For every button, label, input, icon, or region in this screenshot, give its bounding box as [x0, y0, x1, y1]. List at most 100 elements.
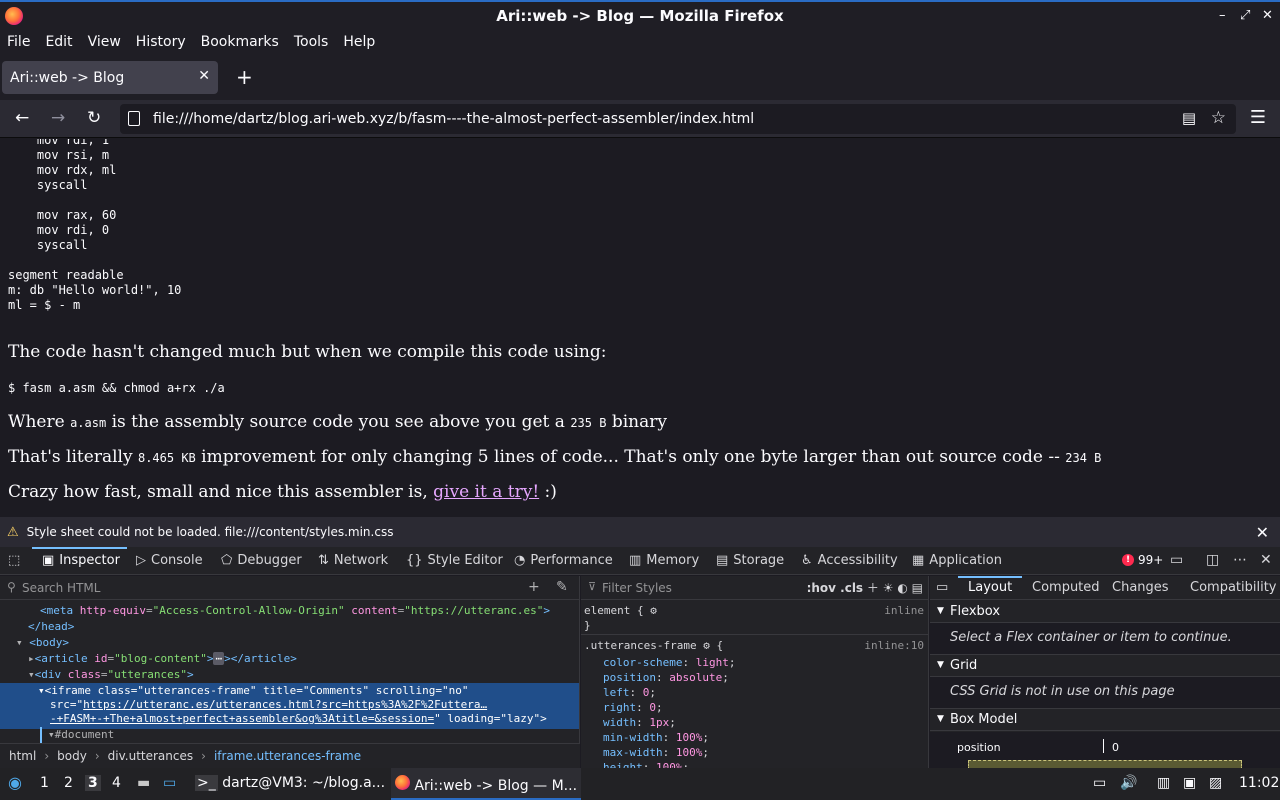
update-icon[interactable]: ▨ [1209, 775, 1222, 791]
menu-history[interactable]: History [136, 34, 186, 50]
menu-help[interactable]: Help [343, 34, 375, 50]
clipboard-icon[interactable]: ▥ [1157, 775, 1170, 791]
tab-storage[interactable]: ▤ Storage [716, 553, 784, 568]
grid-section-header[interactable]: ▼ Grid [930, 655, 1280, 677]
css-declaration[interactable]: left: 0; [603, 685, 656, 700]
tab-changes[interactable]: Changes [1112, 580, 1169, 595]
desktop-icon[interactable]: ▭ [163, 775, 176, 791]
element-picker-icon[interactable]: ⬚ [8, 553, 25, 568]
give-it-a-try-link[interactable]: give it a try! [433, 482, 539, 502]
network-tray-icon[interactable]: ▭ [1093, 775, 1106, 791]
menu-tools[interactable]: Tools [294, 34, 329, 50]
rule-source[interactable]: inline:10 [864, 639, 924, 652]
tab-layout[interactable]: Layout [968, 580, 1012, 595]
search-html-input[interactable]: ⚲ Search HTML + ✎ [0, 576, 579, 600]
workspace-2[interactable]: 2 [64, 775, 73, 791]
flexbox-section-header[interactable]: ▼ Flexbox [930, 601, 1280, 623]
menu-bookmarks[interactable]: Bookmarks [201, 34, 279, 50]
box-model-position-value[interactable]: 0 [1112, 741, 1119, 754]
css-declaration[interactable]: color-scheme: light; [603, 655, 735, 670]
css-declaration[interactable]: right: 0; [603, 700, 663, 715]
error-count-badge[interactable]: ! 99+ [1122, 553, 1163, 567]
task-firefox[interactable]: Ari::web -> Blog — M... [391, 768, 581, 800]
tab-performance[interactable]: ◔ Performance [514, 553, 613, 568]
breadcrumb-body[interactable]: body [57, 749, 87, 763]
eyedropper-icon[interactable]: ✎ [556, 579, 568, 595]
menu-file[interactable]: File [7, 34, 30, 50]
forward-icon[interactable]: → [51, 108, 65, 128]
hov-cls-toggle[interactable]: :hov .cls [807, 581, 864, 595]
tab-application[interactable]: ▦ Application [912, 553, 1002, 568]
maximize-icon[interactable]: ⤢ [1240, 8, 1250, 23]
close-tab-icon[interactable]: ✕ [198, 68, 210, 84]
back-icon[interactable]: ← [15, 108, 29, 128]
tab-memory[interactable]: ▥ Memory [629, 553, 699, 568]
box-model-section-header[interactable]: ▼ Box Model [930, 709, 1280, 731]
tab-inspector[interactable]: ▣ Inspector [42, 553, 120, 568]
css-declaration[interactable]: min-width: 100%; [603, 730, 709, 745]
url-bar[interactable]: file:///home/dartz/blog.ari-web.xyz/b/fa… [120, 104, 1236, 134]
close-warning-icon[interactable]: ✕ [1256, 523, 1269, 542]
markup-line[interactable]: ▸<article id="blog-content"> ⋯ ></article> [0, 651, 579, 667]
iframe-src-link[interactable]: https://utteranc.es/utterances.html?src=… [83, 698, 487, 711]
close-devtools-icon[interactable]: ✕ [1260, 552, 1272, 568]
tab-network[interactable]: ⇅ Network [318, 553, 388, 568]
dark-theme-icon[interactable]: ◐ [897, 581, 907, 595]
tab-blog[interactable]: Ari::web -> Blog ✕ [2, 61, 218, 94]
new-tab-icon[interactable]: + [236, 65, 253, 89]
rule-source[interactable]: inline [884, 604, 924, 617]
dock-side-icon[interactable]: ◫ [1206, 552, 1219, 568]
storage-icon: ▤ [716, 553, 729, 568]
breadcrumb-html[interactable]: html [9, 749, 36, 763]
reload-icon[interactable]: ↻ [87, 108, 101, 128]
markup-line[interactable]: ▾ <body> [0, 635, 579, 651]
tab-style-editor[interactable]: {} Style Editor [406, 553, 503, 568]
light-theme-icon[interactable]: ☀ [883, 581, 894, 595]
display-icon[interactable]: ▣ [1183, 775, 1196, 791]
close-window-icon[interactable]: ✕ [1262, 8, 1273, 23]
print-media-icon[interactable]: ▤ [912, 581, 923, 595]
css-declaration[interactable]: height: 100%; [603, 760, 689, 768]
tab-computed[interactable]: Computed [1032, 580, 1100, 595]
frame-rule-selector[interactable]: .utterances-frame ⚙ { [584, 638, 723, 653]
menu-edit[interactable]: Edit [45, 34, 72, 50]
workspace-4[interactable]: 4 [112, 775, 121, 791]
add-node-icon[interactable]: + [528, 579, 540, 595]
reader-view-icon[interactable]: ▤ [1182, 109, 1196, 127]
search-icon: ⚲ [7, 580, 16, 594]
tab-accessibility[interactable]: ♿ Accessibility [801, 553, 898, 568]
selected-node-iframe[interactable]: ▾<iframe class="utterances-frame" title=… [0, 683, 579, 729]
css-declaration[interactable]: position: absolute; [603, 670, 729, 685]
bookmark-star-icon[interactable]: ☆ [1211, 108, 1226, 128]
breadcrumb-div[interactable]: div.utterances [108, 749, 193, 763]
markup-line[interactable]: </head> [0, 619, 579, 635]
minimize-icon[interactable]: – [1219, 8, 1226, 23]
menu-view[interactable]: View [88, 34, 121, 50]
filter-styles-input[interactable]: ⊽ Filter Styles :hov .cls ＋ ☀ ◐ ▤ [581, 576, 928, 600]
tab-debugger[interactable]: ⬠ Debugger [221, 553, 302, 568]
start-menu-icon[interactable]: ◉ [8, 773, 22, 792]
file-manager-icon[interactable]: ▬ [137, 775, 150, 791]
expand-arrow-icon: ▾ [48, 728, 55, 741]
responsive-mode-icon[interactable]: ▭ [1170, 552, 1183, 568]
markup-line[interactable]: ▾#document [40, 727, 579, 743]
terminal-icon: >_ [195, 775, 218, 791]
task-terminal[interactable]: >_ dartz@VM3: ~/blog.a... [191, 768, 385, 800]
workspace-1[interactable]: 1 [40, 775, 49, 791]
markup-line[interactable]: ▾<div class="utterances"> [0, 667, 579, 683]
more-options-icon[interactable]: ⋯ [1233, 552, 1247, 568]
breadcrumb-iframe[interactable]: iframe.utterances-frame [214, 749, 361, 763]
toggle-sidebar-icon[interactable]: ▭ [936, 580, 948, 595]
tab-console[interactable]: ▷ Console [136, 553, 203, 568]
css-declaration[interactable]: width: 1px; [603, 715, 676, 730]
box-model-margin [968, 760, 1242, 768]
paragraph-2: Where a.asm is the assembly source code … [8, 412, 667, 432]
markup-line[interactable]: <meta http-equiv="Access-Control-Allow-O… [0, 603, 579, 619]
workspace-3[interactable]: 3 [85, 775, 101, 791]
hamburger-menu-icon[interactable]: ☰ [1250, 107, 1266, 128]
volume-icon[interactable]: 🔊 [1120, 775, 1137, 791]
tab-compatibility[interactable]: Compatibility [1190, 580, 1277, 595]
element-rule-selector[interactable]: element { ⚙ [584, 603, 657, 618]
add-rule-icon[interactable]: ＋ [867, 581, 879, 595]
css-declaration[interactable]: max-width: 100%; [603, 745, 709, 760]
